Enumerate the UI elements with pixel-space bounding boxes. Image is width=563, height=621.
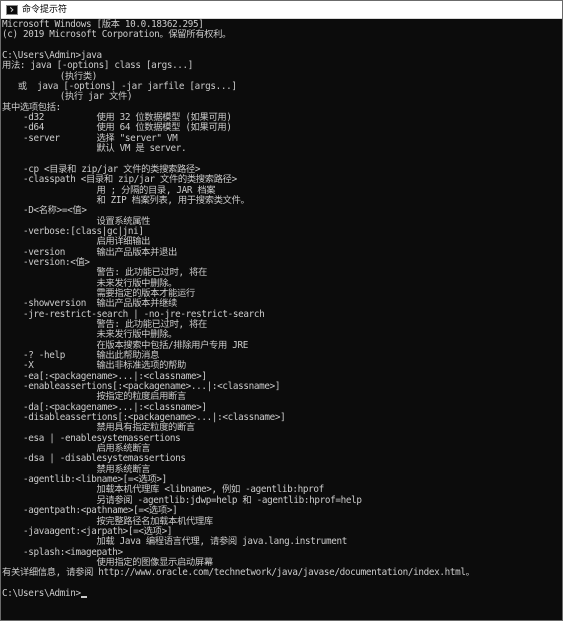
cursor xyxy=(80,596,87,599)
console-line: -D<名称>=<值> xyxy=(2,205,87,217)
console-line: 默认 VM 是 server. xyxy=(2,143,187,155)
console-line: (执行 jar 文件) xyxy=(2,91,133,103)
console-line: -agentpath:<pathname>[=<选项>] xyxy=(2,505,178,517)
title-bar[interactable]: 命令提示符 xyxy=(1,1,562,19)
console-output[interactable]: Microsoft Windows [版本 10.0.18362.295] (c)… xyxy=(1,19,562,620)
cmd-window: 命令提示符 Microsoft Windows [版本 10.0.18362.2… xyxy=(0,0,563,621)
window-title: 命令提示符 xyxy=(22,4,68,15)
cmd-icon xyxy=(6,4,18,15)
console-line: -classpath <目录和 zip/jar 文件的类搜索路径> xyxy=(2,174,237,186)
console-line: 启用详细输出 xyxy=(2,236,151,248)
console-line: 有关详细信息, 请参阅 http://www.oracle.com/techne… xyxy=(2,567,475,579)
prompt-line: C:\Users\Admin> xyxy=(2,587,562,599)
console-line: (c) 2019 Microsoft Corporation。保留所有权利。 xyxy=(2,29,231,41)
console-line: 加载 Java 编程语言代理, 请参阅 java.lang.instrument xyxy=(2,536,348,548)
prompt-text: C:\Users\Admin> xyxy=(2,587,81,599)
